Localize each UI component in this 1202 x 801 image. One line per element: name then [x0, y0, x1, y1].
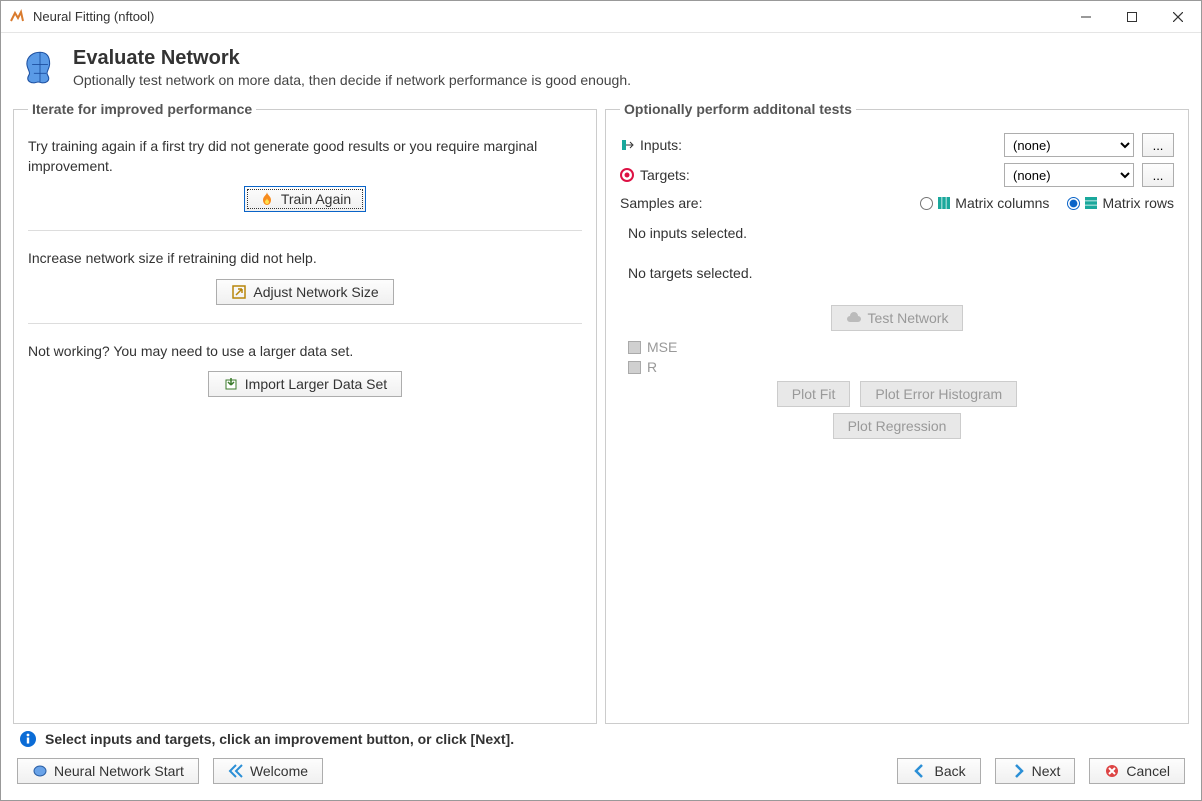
- matrix-rows-radio[interactable]: Matrix rows: [1067, 195, 1174, 211]
- cancel-icon: [1104, 763, 1120, 779]
- page-subtitle: Optionally test network on more data, th…: [73, 72, 631, 88]
- plot-regression-button[interactable]: Plot Regression: [833, 413, 962, 439]
- inputs-dropdown[interactable]: (none): [1004, 133, 1134, 157]
- cloud-icon: [846, 310, 862, 326]
- mse-checkbox: MSE: [628, 339, 1166, 355]
- targets-label: Targets:: [640, 167, 690, 183]
- cancel-button[interactable]: Cancel: [1089, 758, 1185, 784]
- minimize-button[interactable]: [1063, 1, 1109, 32]
- titlebar: Neural Fitting (nftool): [1, 1, 1201, 33]
- window-title: Neural Fitting (nftool): [33, 9, 1063, 24]
- footer-info-text: Select inputs and targets, click an impr…: [45, 731, 514, 747]
- no-targets-status: No targets selected.: [628, 265, 1174, 281]
- r-checkbox: R: [628, 359, 1166, 375]
- train-again-text: Try training again if a first try did no…: [28, 137, 582, 176]
- no-inputs-status: No inputs selected.: [628, 225, 1174, 241]
- adjust-network-label: Adjust Network Size: [253, 284, 378, 300]
- import-larger-label: Import Larger Data Set: [245, 376, 387, 392]
- plot-fit-button[interactable]: Plot Fit: [777, 381, 851, 407]
- adjust-network-size-button[interactable]: Adjust Network Size: [216, 279, 393, 305]
- train-again-button[interactable]: Train Again: [244, 186, 366, 212]
- footer-info: Select inputs and targets, click an impr…: [7, 724, 1195, 750]
- brain-small-icon: [32, 763, 48, 779]
- train-again-label: Train Again: [281, 191, 351, 207]
- inputs-label: Inputs:: [640, 137, 682, 153]
- targets-browse-button[interactable]: ...: [1142, 163, 1174, 187]
- columns-icon: [937, 196, 951, 210]
- close-button[interactable]: [1155, 1, 1201, 32]
- divider: [28, 323, 582, 324]
- iterate-panel: Iterate for improved performance Try tra…: [13, 101, 597, 724]
- bottom-toolbar: Neural Network Start Welcome Back Next C…: [7, 750, 1195, 794]
- welcome-label: Welcome: [250, 763, 308, 779]
- brain-icon: [19, 47, 61, 89]
- inputs-browse-button[interactable]: ...: [1142, 133, 1174, 157]
- back-arrow-icon: [912, 763, 928, 779]
- import-larger-dataset-button[interactable]: Import Larger Data Set: [208, 371, 402, 397]
- import-text: Not working? You may need to use a large…: [28, 342, 582, 362]
- resize-icon: [231, 284, 247, 300]
- page-header: Evaluate Network Optionally test network…: [7, 39, 1195, 101]
- rewind-icon: [228, 763, 244, 779]
- back-button[interactable]: Back: [897, 758, 980, 784]
- samples-label: Samples are:: [620, 195, 702, 211]
- inputs-icon: [620, 138, 634, 152]
- page-title: Evaluate Network: [73, 47, 631, 70]
- info-icon: [19, 730, 37, 748]
- next-button[interactable]: Next: [995, 758, 1076, 784]
- back-label: Back: [934, 763, 965, 779]
- matrix-columns-radio[interactable]: Matrix columns: [920, 195, 1049, 211]
- divider: [28, 230, 582, 231]
- nn-start-label: Neural Network Start: [54, 763, 184, 779]
- tests-legend: Optionally perform additonal tests: [620, 101, 856, 117]
- matlab-icon: [9, 9, 25, 25]
- next-arrow-icon: [1010, 763, 1026, 779]
- targets-icon: [620, 168, 634, 182]
- cancel-label: Cancel: [1126, 763, 1170, 779]
- maximize-button[interactable]: [1109, 1, 1155, 32]
- test-network-label: Test Network: [868, 310, 949, 326]
- flame-icon: [259, 191, 275, 207]
- plot-error-histogram-button[interactable]: Plot Error Histogram: [860, 381, 1017, 407]
- rows-icon: [1084, 196, 1098, 210]
- next-label: Next: [1032, 763, 1061, 779]
- iterate-legend: Iterate for improved performance: [28, 101, 256, 117]
- additional-tests-panel: Optionally perform additonal tests Input…: [605, 101, 1189, 724]
- welcome-button[interactable]: Welcome: [213, 758, 323, 784]
- import-icon: [223, 376, 239, 392]
- test-network-button[interactable]: Test Network: [831, 305, 964, 331]
- adjust-text: Increase network size if retraining did …: [28, 249, 582, 269]
- targets-dropdown[interactable]: (none): [1004, 163, 1134, 187]
- neural-network-start-button[interactable]: Neural Network Start: [17, 758, 199, 784]
